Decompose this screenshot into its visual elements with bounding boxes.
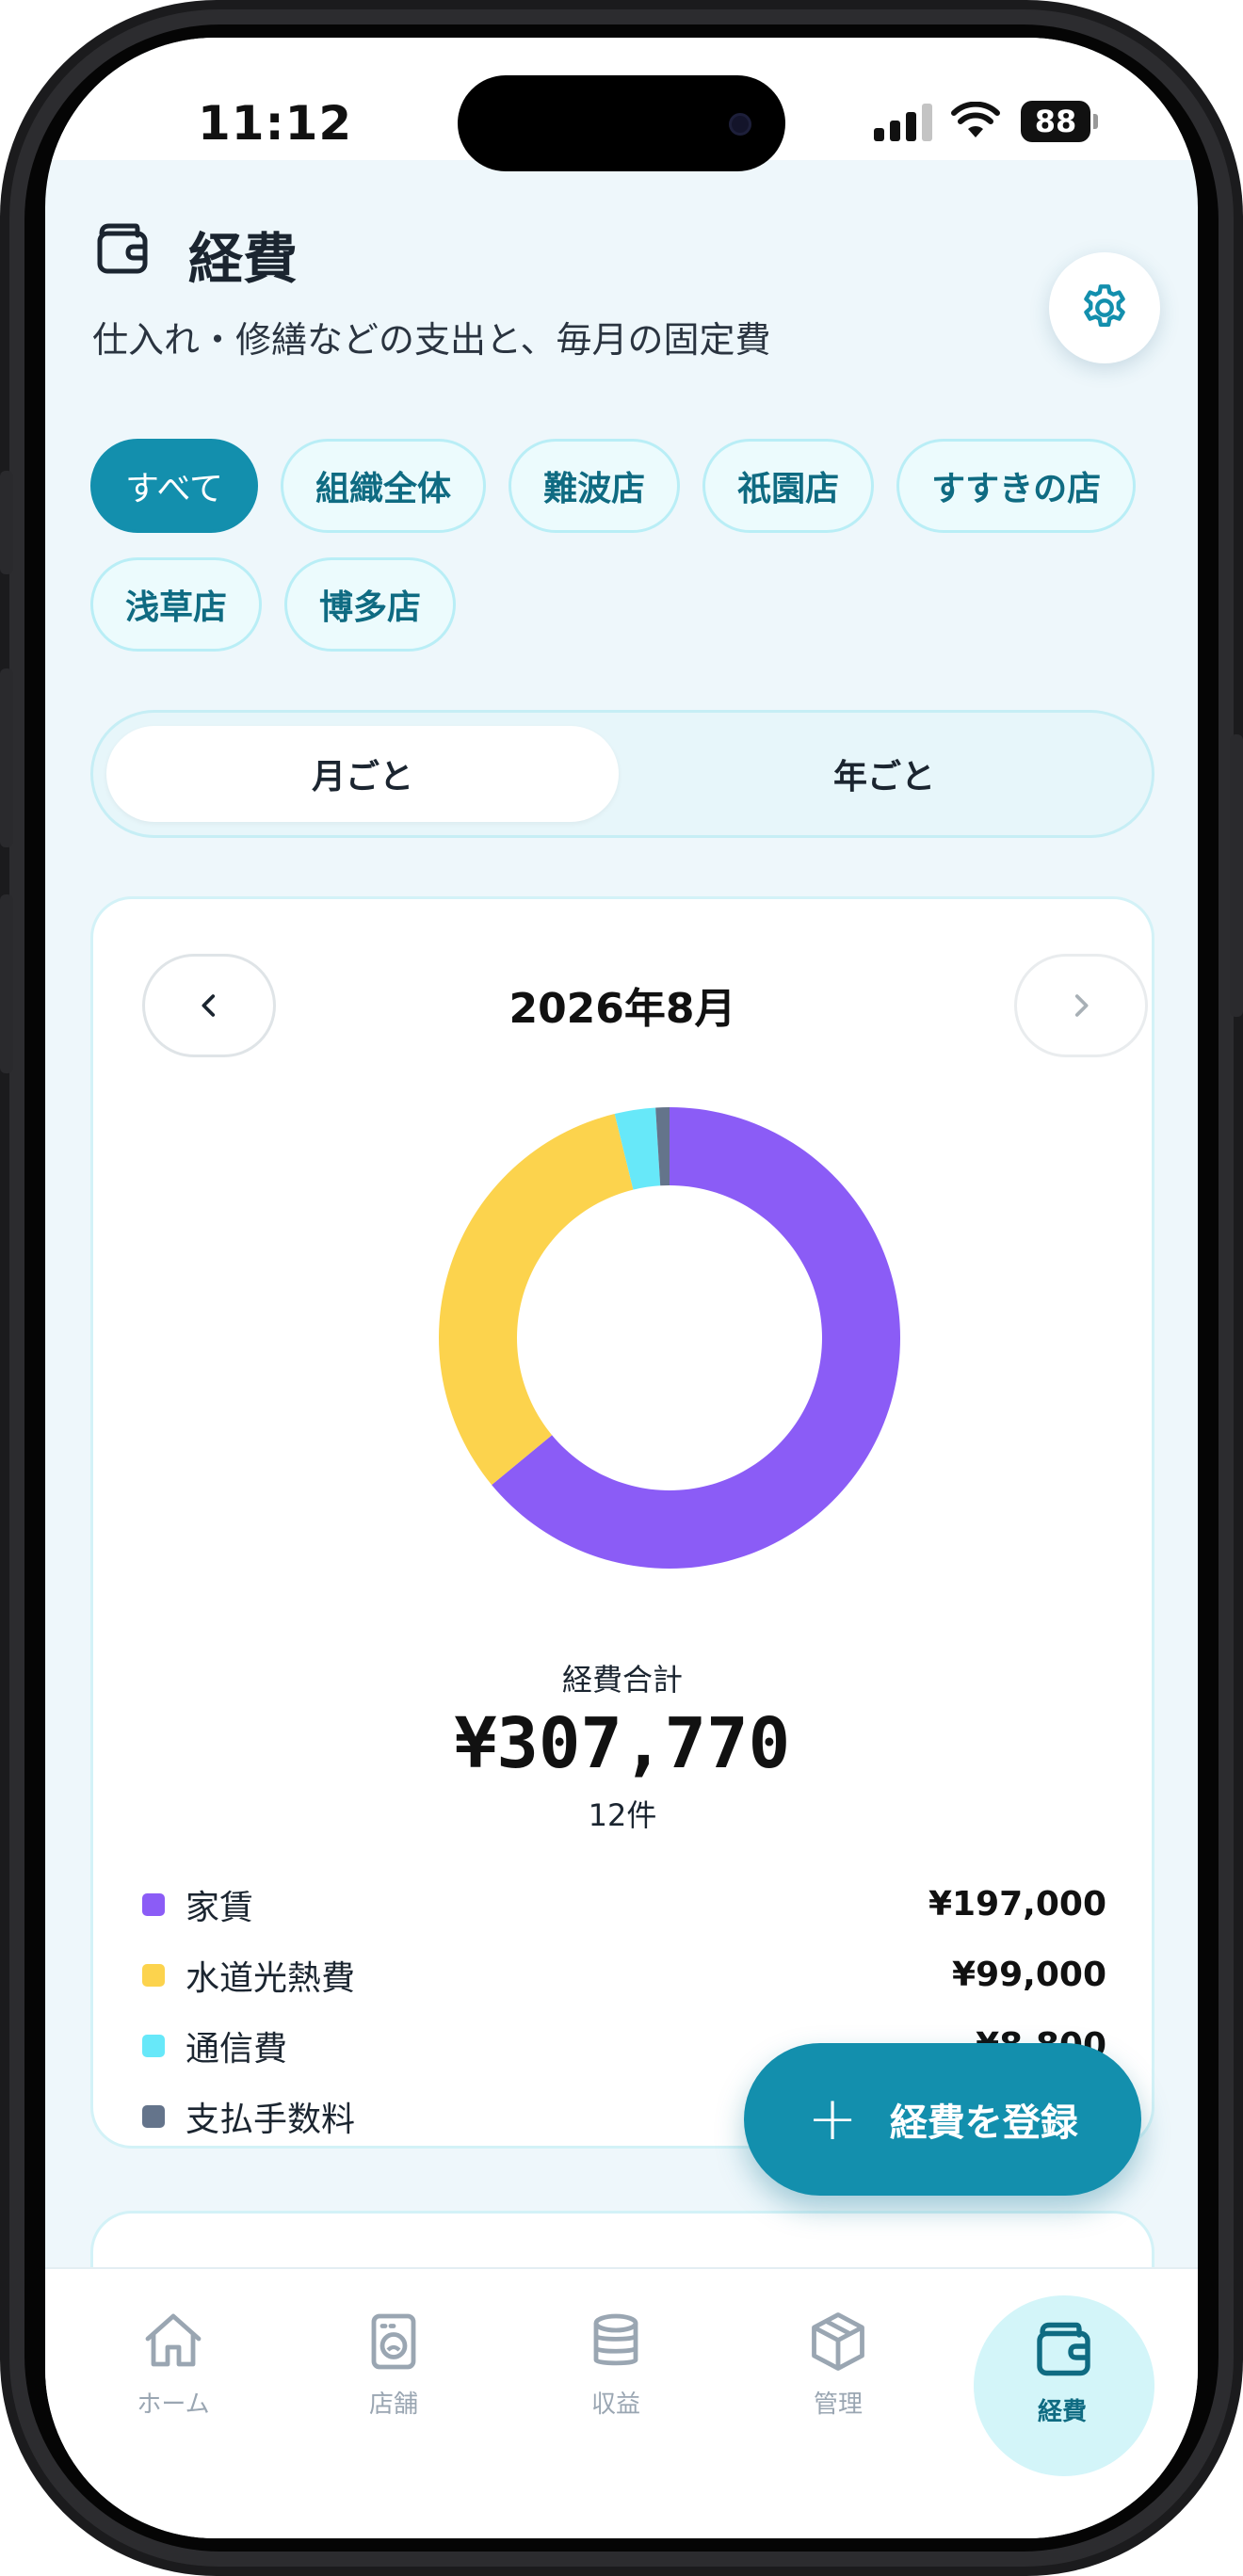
legend-name: 家賃 <box>186 1888 254 1927</box>
legend-swatch <box>142 1892 165 1916</box>
tab-label: 店舗 <box>368 2390 418 2419</box>
camera-lens <box>729 113 751 136</box>
washing-machine-icon <box>371 2313 416 2369</box>
store-chip[interactable]: 博多店 <box>284 557 457 652</box>
store-chip[interactable]: すべて <box>90 439 259 533</box>
legend-swatch <box>142 1963 165 1987</box>
next-month-button[interactable] <box>1014 954 1148 1057</box>
total-count: 12件 <box>588 1797 657 1833</box>
page-subtitle: 仕入れ・修繕などの支出と、毎月の固定費 <box>92 319 771 361</box>
chevron-right-icon <box>1074 994 1089 1017</box>
wallet-icon <box>1037 2322 1090 2375</box>
legend-amount: ¥197,000 <box>928 1885 1106 1924</box>
settings-button[interactable] <box>1049 252 1160 363</box>
legend-name: 水道光熱費 <box>186 1958 356 1998</box>
store-chip[interactable]: 組織全体 <box>281 439 487 533</box>
tab-label: 経費 <box>1037 2397 1087 2426</box>
tab-expenses[interactable]: 経費 <box>968 2277 1156 2476</box>
monthly-tab[interactable]: 月ごと <box>106 726 619 822</box>
bottom-tab-bar: ホーム 店舗 収益 管理 経費 <box>45 2267 1198 2538</box>
legend-swatch <box>142 2104 165 2128</box>
legend-swatch <box>142 2034 165 2057</box>
mute-switch <box>0 471 13 574</box>
dynamic-island <box>458 75 785 171</box>
box-icon <box>812 2311 864 2371</box>
legend-name: 支払手数料 <box>186 2100 356 2139</box>
tab-label: 収益 <box>590 2390 640 2419</box>
add-expense-label: 経費を登録 <box>889 2101 1078 2145</box>
status-time: 11:12 <box>198 96 353 151</box>
store-chip[interactable]: 難波店 <box>508 439 681 533</box>
expense-summary-card: 2026年8月 経費合計 ¥307,770 12件 家賃 ¥197,000 水道… <box>90 896 1154 2149</box>
status-bar: 11:12 88 <box>45 38 1198 171</box>
store-filter-chips: すべて 組織全体 難波店 祇園店 すすきの店 浅草店 博多店 <box>90 439 1154 652</box>
gear-icon <box>1084 284 1125 328</box>
store-chip[interactable]: 浅草店 <box>90 557 263 652</box>
total-label: 経費合計 <box>561 1662 683 1698</box>
legend-item: 水道光熱費 ¥99,000 <box>142 1940 1106 2010</box>
battery-icon: 88 <box>1021 101 1098 142</box>
power-button <box>1230 734 1243 1017</box>
donut-slice-水道光熱費 <box>439 1114 634 1486</box>
wallet-icon <box>97 223 148 274</box>
tab-manage[interactable]: 管理 <box>744 2269 932 2457</box>
volume-up-button <box>0 668 13 847</box>
tab-label: ホーム <box>137 2390 210 2419</box>
plus-icon: + <box>807 2085 858 2154</box>
store-chip[interactable]: すすきの店 <box>896 439 1137 533</box>
phone-frame: 11:12 88 経費 仕入れ・修繕などの支出と、毎月の固定費 すべて 組織全体… <box>0 0 1243 2576</box>
tab-revenue[interactable]: 収益 <box>522 2269 710 2457</box>
home-icon <box>145 2313 202 2366</box>
legend-item: 家賃 ¥197,000 <box>142 1869 1106 1940</box>
cellular-signal-icon <box>874 104 934 141</box>
expense-donut-chart <box>439 1107 900 1569</box>
add-expense-button[interactable]: + 経費を登録 <box>744 2043 1141 2196</box>
period-toggle: 月ごと 年ごと <box>90 710 1154 838</box>
store-chip[interactable]: 祇園店 <box>702 439 875 533</box>
legend-amount: ¥99,000 <box>952 1956 1106 1994</box>
page-title: 経費 <box>188 227 299 291</box>
month-label: 2026年8月 <box>508 985 736 1033</box>
tab-home[interactable]: ホーム <box>79 2269 267 2457</box>
battery-level: 88 <box>1021 101 1090 142</box>
tab-stores[interactable]: 店舗 <box>299 2269 488 2457</box>
yearly-tab[interactable]: 年ごと <box>628 726 1140 822</box>
database-icon <box>593 2313 638 2365</box>
total-value: ¥307,770 <box>454 1703 791 1784</box>
tab-label: 管理 <box>813 2390 863 2419</box>
legend-name: 通信費 <box>186 2029 288 2069</box>
wifi-icon <box>951 102 1000 137</box>
app-screen: 11:12 88 経費 仕入れ・修繕などの支出と、毎月の固定費 すべて 組織全体… <box>45 38 1198 2538</box>
volume-down-button <box>0 894 13 1073</box>
